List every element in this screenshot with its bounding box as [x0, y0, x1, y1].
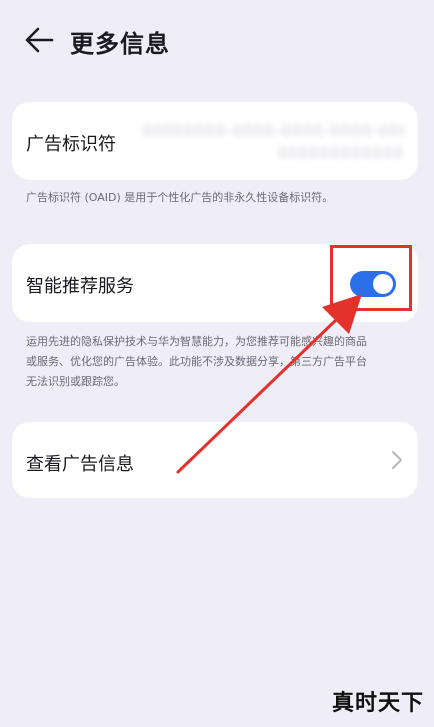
chevron-right-icon [392, 451, 402, 469]
oaid-value-line: 000000000000 [277, 144, 404, 162]
smart-recommend-description: 运用先进的隐私保护技术与华为智慧能力，为您推荐可能感兴趣的商品 或服务、优化您的… [26, 332, 410, 392]
page-title: 更多信息 [70, 30, 170, 58]
header: 更多信息 [0, 0, 434, 80]
view-ad-info-card[interactable]: 查看广告信息 [12, 422, 418, 498]
watermark: 真时天下 [331, 691, 424, 716]
oaid-label: 广告标识符 [26, 134, 116, 155]
oaid-value: 00000000-0000-0000-0000-000 000000000000 [142, 120, 404, 164]
oaid-value-line: 00000000-0000-0000-0000-000 [142, 122, 404, 140]
back-button[interactable] [24, 26, 56, 54]
oaid-card: 广告标识符 00000000-0000-0000-0000-000 000000… [12, 102, 418, 180]
view-ad-info-label: 查看广告信息 [26, 454, 134, 475]
description-line: 或服务、优化您的广告体验。此功能不涉及数据分享，第三方广告平台 [26, 355, 367, 368]
back-arrow-icon [25, 27, 54, 53]
description-line: 运用先进的隐私保护技术与华为智慧能力，为您推荐可能感兴趣的商品 [26, 335, 367, 348]
smart-recommend-label: 智能推荐服务 [26, 276, 134, 297]
oaid-description: 广告标识符 (OAID) 是用于个性化广告的非永久性设备标识符。 [26, 191, 334, 204]
description-line: 无法识别或跟踪您。 [26, 375, 125, 388]
annotation-highlight-box [330, 245, 412, 311]
